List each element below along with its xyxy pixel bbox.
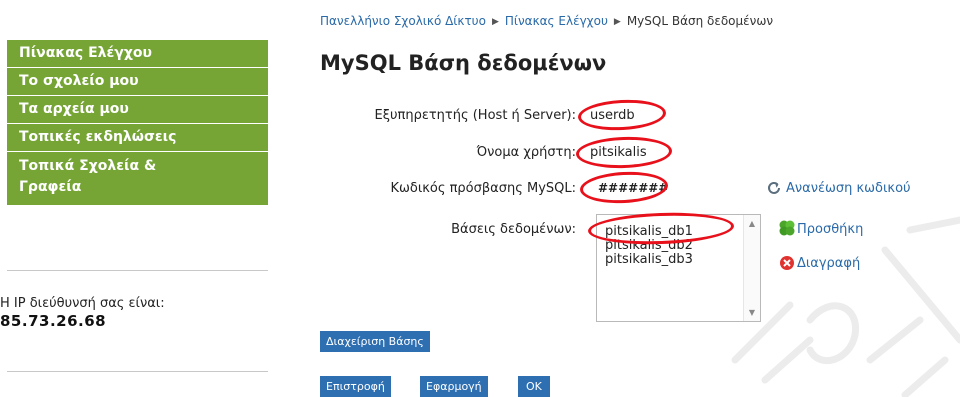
highlight-circle [579, 169, 669, 206]
delete-database-link[interactable]: Διαγραφή [797, 256, 860, 271]
add-icon[interactable] [778, 219, 796, 237]
sidebar-item-label-line1: Τοπικά Σχολεία & [19, 158, 157, 174]
sidebar-item-my-school[interactable]: Το σχολείο μου [7, 68, 268, 96]
delete-icon[interactable] [779, 255, 795, 271]
highlight-circle [577, 97, 667, 133]
page-title: MySQL Βάση δεδομένων [320, 51, 607, 75]
sidebar-item-my-files[interactable]: Τα αρχεία μου [7, 96, 268, 124]
sidebar: Πίνακας Ελέγχου Το σχολείο μου Τα αρχεία… [7, 40, 268, 206]
list-item[interactable]: pitsikalis_db3 [597, 253, 760, 267]
host-label: Εξυπηρετητής (Host ή Server): [374, 108, 576, 123]
breadcrumb-arrow-icon: ▶ [491, 17, 499, 27]
breadcrumb: Πανελλήνιο Σχολικό Δίκτυο ▶ Πίνακας Ελέγχο… [320, 14, 773, 28]
add-database-link[interactable]: Προσθήκη [797, 222, 863, 237]
refresh-icon[interactable] [766, 180, 782, 196]
apply-button[interactable]: Εφαρμογή [420, 376, 488, 397]
sidebar-divider-bottom [7, 371, 268, 372]
back-button[interactable]: Επιστροφή [320, 376, 391, 397]
listbox-scrollbar[interactable]: ▲ ▼ [743, 215, 760, 321]
sidebar-item-local-events[interactable]: Τοπικές εκδηλώσεις [7, 124, 268, 152]
breadcrumb-control-panel[interactable]: Πίνακας Ελέγχου [505, 14, 608, 28]
manage-database-button[interactable]: Διαχείριση Βάσης [320, 331, 430, 352]
sidebar-item-control-panel[interactable]: Πίνακας Ελέγχου [7, 40, 268, 68]
ip-value: 85.73.26.68 [0, 312, 107, 330]
breadcrumb-arrow-icon: ▶ [613, 17, 621, 27]
ok-button[interactable]: OK [518, 376, 550, 397]
scroll-up-icon[interactable]: ▲ [744, 219, 760, 228]
breadcrumb-current: MySQL Βάση δεδομένων [626, 14, 774, 28]
refresh-password-link[interactable]: Ανανέωση κωδικού [786, 181, 911, 196]
user-label: Όνομα χρήστη: [476, 145, 576, 160]
breadcrumb-home[interactable]: Πανελλήνιο Σχολικό Δίκτυο [320, 14, 486, 28]
sidebar-item-label-line2: Γραφεία [19, 179, 82, 195]
highlight-circle [575, 135, 673, 170]
databases-label: Βάσεις δεδομένων: [451, 222, 576, 237]
scroll-down-icon[interactable]: ▼ [744, 308, 760, 317]
sidebar-item-local-schools[interactable]: Τοπικά Σχολεία & Γραφεία [7, 152, 268, 206]
sidebar-divider [7, 270, 268, 271]
password-label: Κωδικός πρόσβασης MySQL: [390, 181, 576, 196]
ip-label: Η IP διεύθυνσή σας είναι: [0, 296, 165, 311]
